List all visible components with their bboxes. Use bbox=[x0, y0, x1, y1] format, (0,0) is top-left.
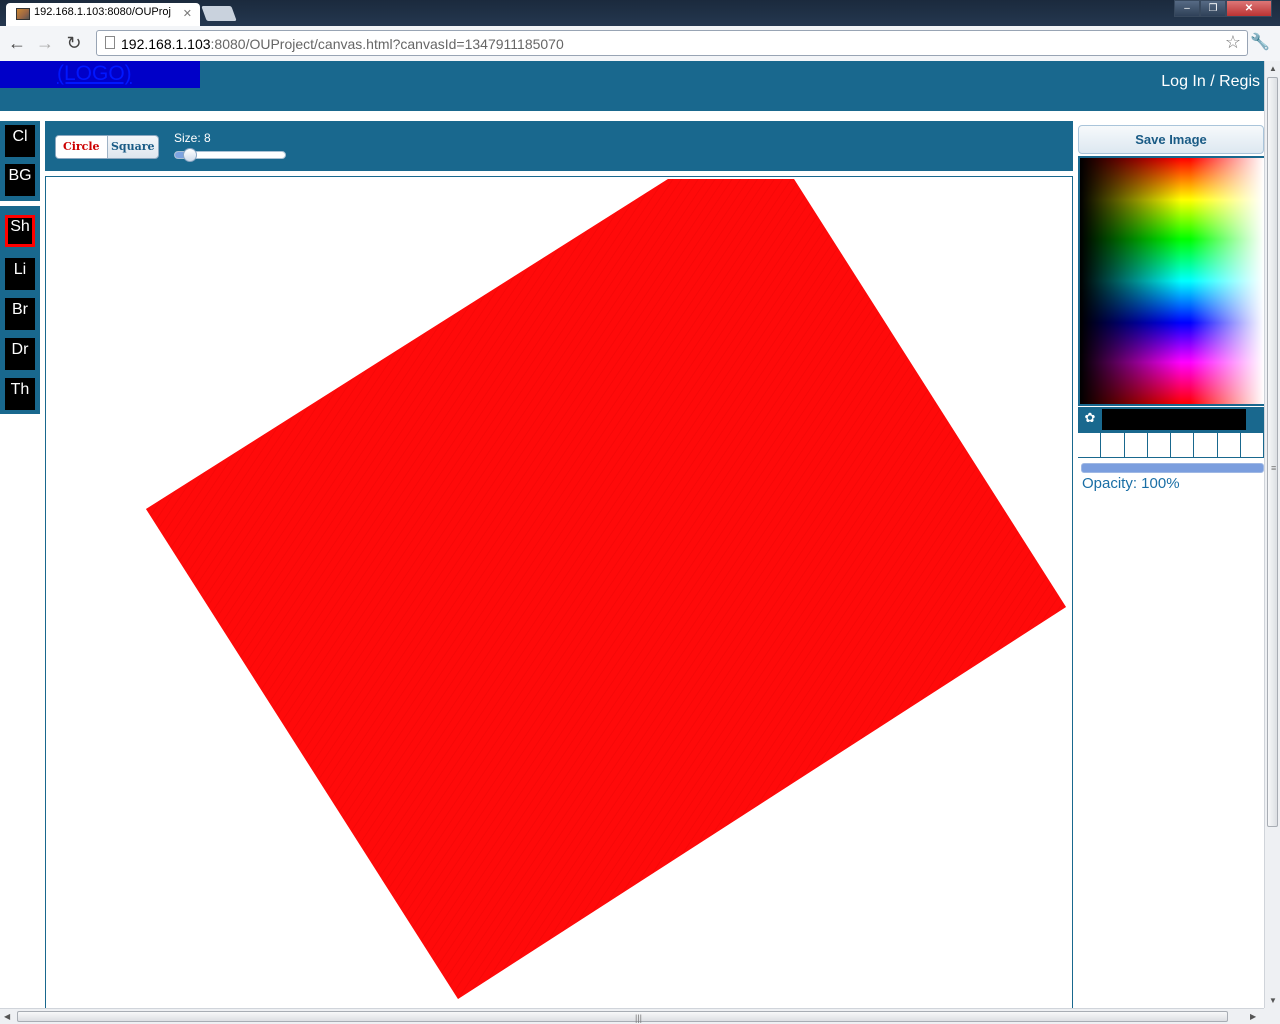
tab-title: 192.168.1.103:8080/OUProj bbox=[34, 6, 171, 18]
horizontal-scroll-thumb[interactable]: ||| bbox=[17, 1011, 1228, 1023]
sidebar-button-dr[interactable]: Dr bbox=[5, 338, 35, 370]
minimize-button[interactable]: – bbox=[1174, 0, 1200, 17]
color-swatch[interactable] bbox=[1124, 433, 1148, 457]
wrench-icon[interactable]: 🔧 bbox=[1250, 32, 1270, 52]
opacity-slider[interactable] bbox=[1081, 463, 1264, 473]
browser-tab[interactable]: 192.168.1.103:8080/OUProj ✕ bbox=[6, 3, 200, 26]
palette-icon[interactable]: ✿ bbox=[1081, 409, 1099, 427]
sidebar-button-br[interactable]: Br bbox=[5, 298, 35, 330]
scroll-left-icon[interactable]: ◀ bbox=[4, 1012, 10, 1021]
square-button[interactable]: Square bbox=[108, 136, 159, 158]
vertical-scroll-thumb[interactable]: ≡ bbox=[1267, 77, 1278, 827]
new-tab-button[interactable] bbox=[201, 6, 237, 21]
size-label: Size: 8 bbox=[174, 131, 211, 145]
canvas-drawing bbox=[146, 179, 1066, 999]
color-swatch[interactable] bbox=[1217, 433, 1241, 457]
current-color-row: ✿ bbox=[1078, 407, 1264, 432]
close-window-button[interactable]: ✕ bbox=[1226, 0, 1272, 17]
opacity-label: Opacity: 100% bbox=[1082, 475, 1180, 492]
size-slider[interactable] bbox=[174, 148, 286, 162]
sidebar-button-th[interactable]: Th bbox=[5, 378, 35, 410]
scrollbar-corner bbox=[1264, 1008, 1280, 1024]
circle-button[interactable]: Circle bbox=[56, 136, 108, 158]
close-tab-icon[interactable]: ✕ bbox=[183, 7, 192, 20]
scroll-right-icon[interactable]: ▶ bbox=[1250, 1012, 1256, 1021]
tool-options-bar: Circle Square Size: 8 bbox=[45, 121, 1073, 171]
window-controls: – ❐ ✕ bbox=[1174, 0, 1272, 17]
address-bar[interactable]: 192.168.1.103:8080/OUProject/canvas.html… bbox=[96, 30, 1248, 56]
logo-link[interactable]: (LOGO) bbox=[57, 62, 132, 86]
back-icon[interactable]: ← bbox=[6, 32, 28, 54]
save-image-button[interactable]: Save Image bbox=[1078, 125, 1264, 154]
star-icon[interactable]: ☆ bbox=[1225, 32, 1241, 53]
recent-color-swatches bbox=[1078, 432, 1264, 458]
logo[interactable]: (LOGO) bbox=[0, 61, 200, 88]
drawn-shape-texture bbox=[146, 179, 1066, 999]
size-slider-handle[interactable] bbox=[183, 148, 197, 162]
url-text: 192.168.1.103:8080/OUProject/canvas.html… bbox=[121, 36, 564, 52]
reload-icon[interactable]: ↻ bbox=[63, 32, 85, 54]
color-spectrum[interactable] bbox=[1080, 158, 1264, 404]
sidebar-button-li[interactable]: Li bbox=[5, 258, 35, 290]
sidebar-top: Cl BG bbox=[0, 121, 40, 201]
color-swatch[interactable] bbox=[1240, 433, 1264, 457]
shape-toggle: Circle Square bbox=[55, 135, 159, 159]
color-swatch[interactable] bbox=[1171, 433, 1195, 457]
sidebar-button-cl[interactable]: Cl bbox=[5, 125, 35, 157]
drawing-canvas[interactable] bbox=[45, 176, 1073, 1010]
sidebar-button-sh[interactable]: Sh bbox=[5, 215, 35, 247]
login-register-link[interactable]: Log In / Regis bbox=[1161, 73, 1260, 91]
color-swatch[interactable] bbox=[1101, 433, 1125, 457]
sidebar-tools: Sh Li Br Dr Th bbox=[0, 206, 40, 414]
forward-icon[interactable]: → bbox=[34, 32, 56, 54]
browser-toolbar: ← → ↻ 192.168.1.103:8080/OUProject/canva… bbox=[0, 26, 1280, 62]
favicon-icon bbox=[16, 8, 30, 20]
sidebar-button-bg[interactable]: BG bbox=[5, 164, 35, 196]
color-swatch[interactable] bbox=[1147, 433, 1171, 457]
current-color-swatch bbox=[1102, 409, 1246, 430]
browser-tabstrip: 192.168.1.103:8080/OUProj ✕ – ❐ ✕ bbox=[0, 0, 1280, 26]
site-header: (LOGO) Log In / Regis bbox=[0, 61, 1264, 111]
restore-button[interactable]: ❐ bbox=[1200, 0, 1226, 17]
color-swatch[interactable] bbox=[1078, 433, 1102, 457]
color-swatch[interactable] bbox=[1194, 433, 1218, 457]
color-picker bbox=[1078, 156, 1264, 406]
vertical-scrollbar[interactable]: ▲ ≡ ▼ bbox=[1264, 61, 1280, 1008]
scroll-up-icon[interactable]: ▲ bbox=[1269, 64, 1277, 73]
scroll-down-icon[interactable]: ▼ bbox=[1269, 996, 1277, 1005]
horizontal-scrollbar[interactable]: ◀ ||| ▶ bbox=[0, 1008, 1264, 1024]
page-icon bbox=[105, 36, 115, 49]
